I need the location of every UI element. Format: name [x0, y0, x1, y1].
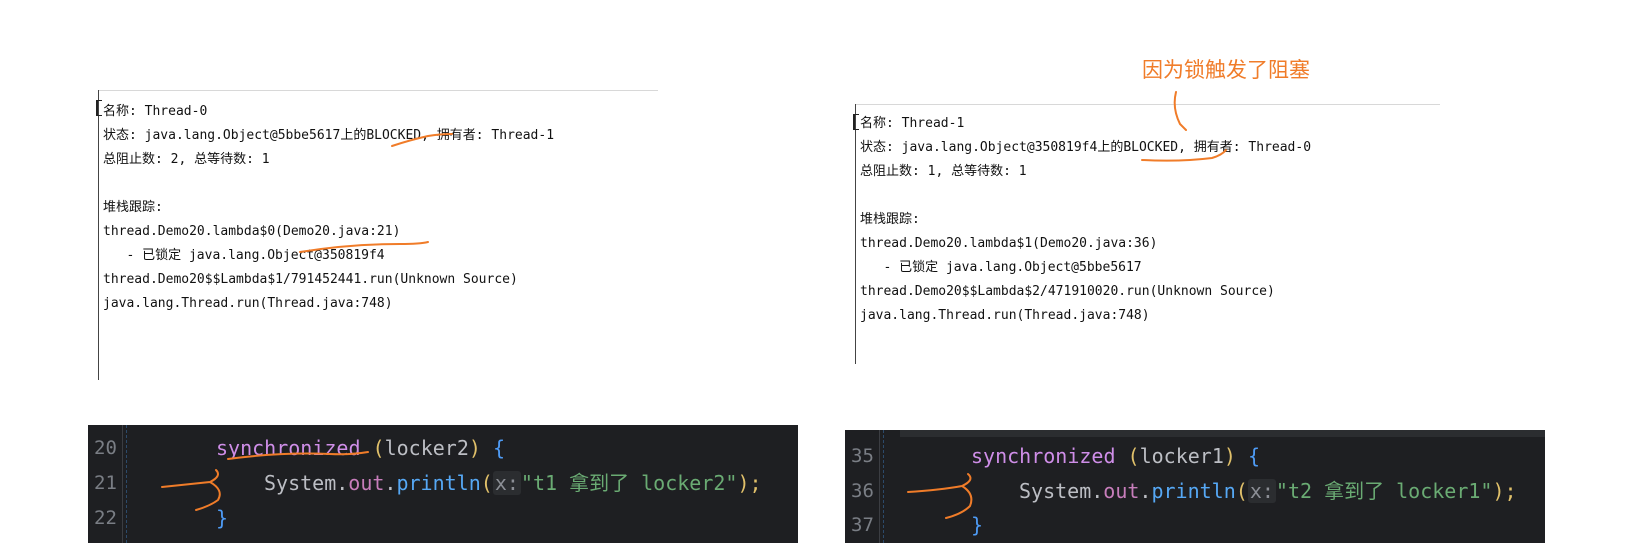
line-number: 37	[851, 514, 874, 536]
stack-frame: thread.Demo20$$Lambda$1/791452441.run(Un…	[103, 272, 518, 287]
panel-left-border	[855, 104, 856, 364]
code-line-println: System.out.println(x: "t2 拿到了 locker1");	[1019, 479, 1517, 503]
left-thread-info-panel: 名称: Thread-0 状态: java.lang.Object@5bbe56…	[96, 90, 658, 380]
left-code-editor: 20 21 22 synchronized (locker2) { System…	[88, 425, 798, 543]
thread-name-line: 名称: Thread-1	[860, 116, 965, 131]
string-literal: "t2 拿到了 locker1"	[1275, 479, 1493, 503]
blocked-annotation: 因为锁触发了阻塞	[1142, 58, 1310, 82]
code-line-synchronized: synchronized (locker2) {	[216, 437, 505, 459]
thread-counts-line: 总阻止数: 1, 总等待数: 1	[860, 164, 1027, 179]
parameter-hint: x:	[492, 471, 521, 495]
stack-trace-heading: 堆栈跟踪:	[103, 200, 163, 215]
stack-frame: thread.Demo20.lambda$1(Demo20.java:36)	[860, 236, 1158, 251]
stack-frame: thread.Demo20.lambda$0(Demo20.java:21)	[103, 224, 401, 239]
line-number: 36	[851, 480, 874, 502]
close-brace: }	[216, 506, 229, 530]
open-brace: {	[1247, 444, 1261, 468]
open-paren: (	[480, 471, 493, 495]
indent-guide	[883, 430, 885, 543]
stack-trace-heading: 堆栈跟踪:	[860, 212, 920, 227]
stack-frame: thread.Demo20$$Lambda$2/471910020.run(Un…	[860, 284, 1275, 299]
code-line-close-brace: }	[971, 514, 983, 536]
panel-top-border	[855, 104, 1440, 105]
line-number: 20	[94, 437, 117, 459]
line-number-gutter: 20 21 22	[88, 425, 124, 543]
text-cursor	[96, 100, 102, 116]
thread-state-line: 状态: java.lang.Object@5bbe5617上的BLOCKED, …	[103, 128, 555, 143]
close-paren: )	[468, 436, 481, 460]
right-thread-info-panel: 名称: Thread-1 状态: java.lang.Object@350819…	[853, 104, 1440, 364]
dot: .	[1091, 479, 1104, 503]
method-println: println	[1151, 479, 1236, 503]
close-paren-semicolon: );	[1492, 479, 1517, 503]
line-number: 21	[94, 472, 117, 494]
code-line-println: System.out.println(x: "t1 拿到了 locker2");	[264, 471, 762, 495]
dot: .	[336, 471, 349, 495]
keyword-synchronized: synchronized	[216, 436, 361, 460]
right-code-editor: 35 36 37 synchronized (locker1) { System…	[845, 430, 1545, 543]
field-out: out	[348, 471, 385, 495]
panel-top-border	[98, 90, 658, 91]
text-cursor	[853, 114, 859, 130]
close-brace: }	[971, 513, 984, 537]
thread-counts-line: 总阻止数: 2, 总等待数: 1	[103, 152, 270, 167]
class-name: System	[1019, 479, 1092, 503]
open-paren: (	[372, 436, 385, 460]
gutter-separator	[879, 430, 880, 543]
line-number: 35	[851, 445, 874, 467]
panel-left-border	[98, 90, 99, 380]
line-number: 22	[94, 507, 117, 529]
open-brace: {	[492, 436, 506, 460]
keyword-synchronized: synchronized	[971, 444, 1116, 468]
line-number-gutter: 35 36 37	[845, 430, 881, 543]
dot: .	[1139, 479, 1152, 503]
locked-monitor-line: - 已锁定 java.lang.Object@5bbe5617	[860, 260, 1142, 275]
lock-variable: locker2	[384, 436, 469, 460]
indent-guide	[126, 425, 128, 543]
thread-state-line: 状态: java.lang.Object@350819f4上的BLOCKED, …	[860, 140, 1312, 155]
close-paren: )	[1223, 444, 1236, 468]
class-name: System	[264, 471, 337, 495]
parameter-hint: x:	[1247, 479, 1276, 503]
locked-monitor-line: - 已锁定 java.lang.Object@350819f4	[103, 248, 385, 263]
dot: .	[384, 471, 397, 495]
field-out: out	[1103, 479, 1140, 503]
open-paren: (	[1235, 479, 1248, 503]
open-paren: (	[1127, 444, 1140, 468]
thread-name-line: 名称: Thread-0	[103, 104, 208, 119]
stack-frame: java.lang.Thread.run(Thread.java:748)	[103, 296, 393, 311]
close-paren-semicolon: );	[737, 471, 762, 495]
stack-frame: java.lang.Thread.run(Thread.java:748)	[860, 308, 1150, 323]
code-line-close-brace: }	[216, 507, 228, 529]
gutter-separator	[122, 425, 123, 543]
code-line-synchronized: synchronized (locker1) {	[971, 445, 1260, 467]
editor-top-bar	[900, 430, 1545, 437]
method-println: println	[396, 471, 481, 495]
string-literal: "t1 拿到了 locker2"	[520, 471, 738, 495]
lock-variable: locker1	[1139, 444, 1224, 468]
